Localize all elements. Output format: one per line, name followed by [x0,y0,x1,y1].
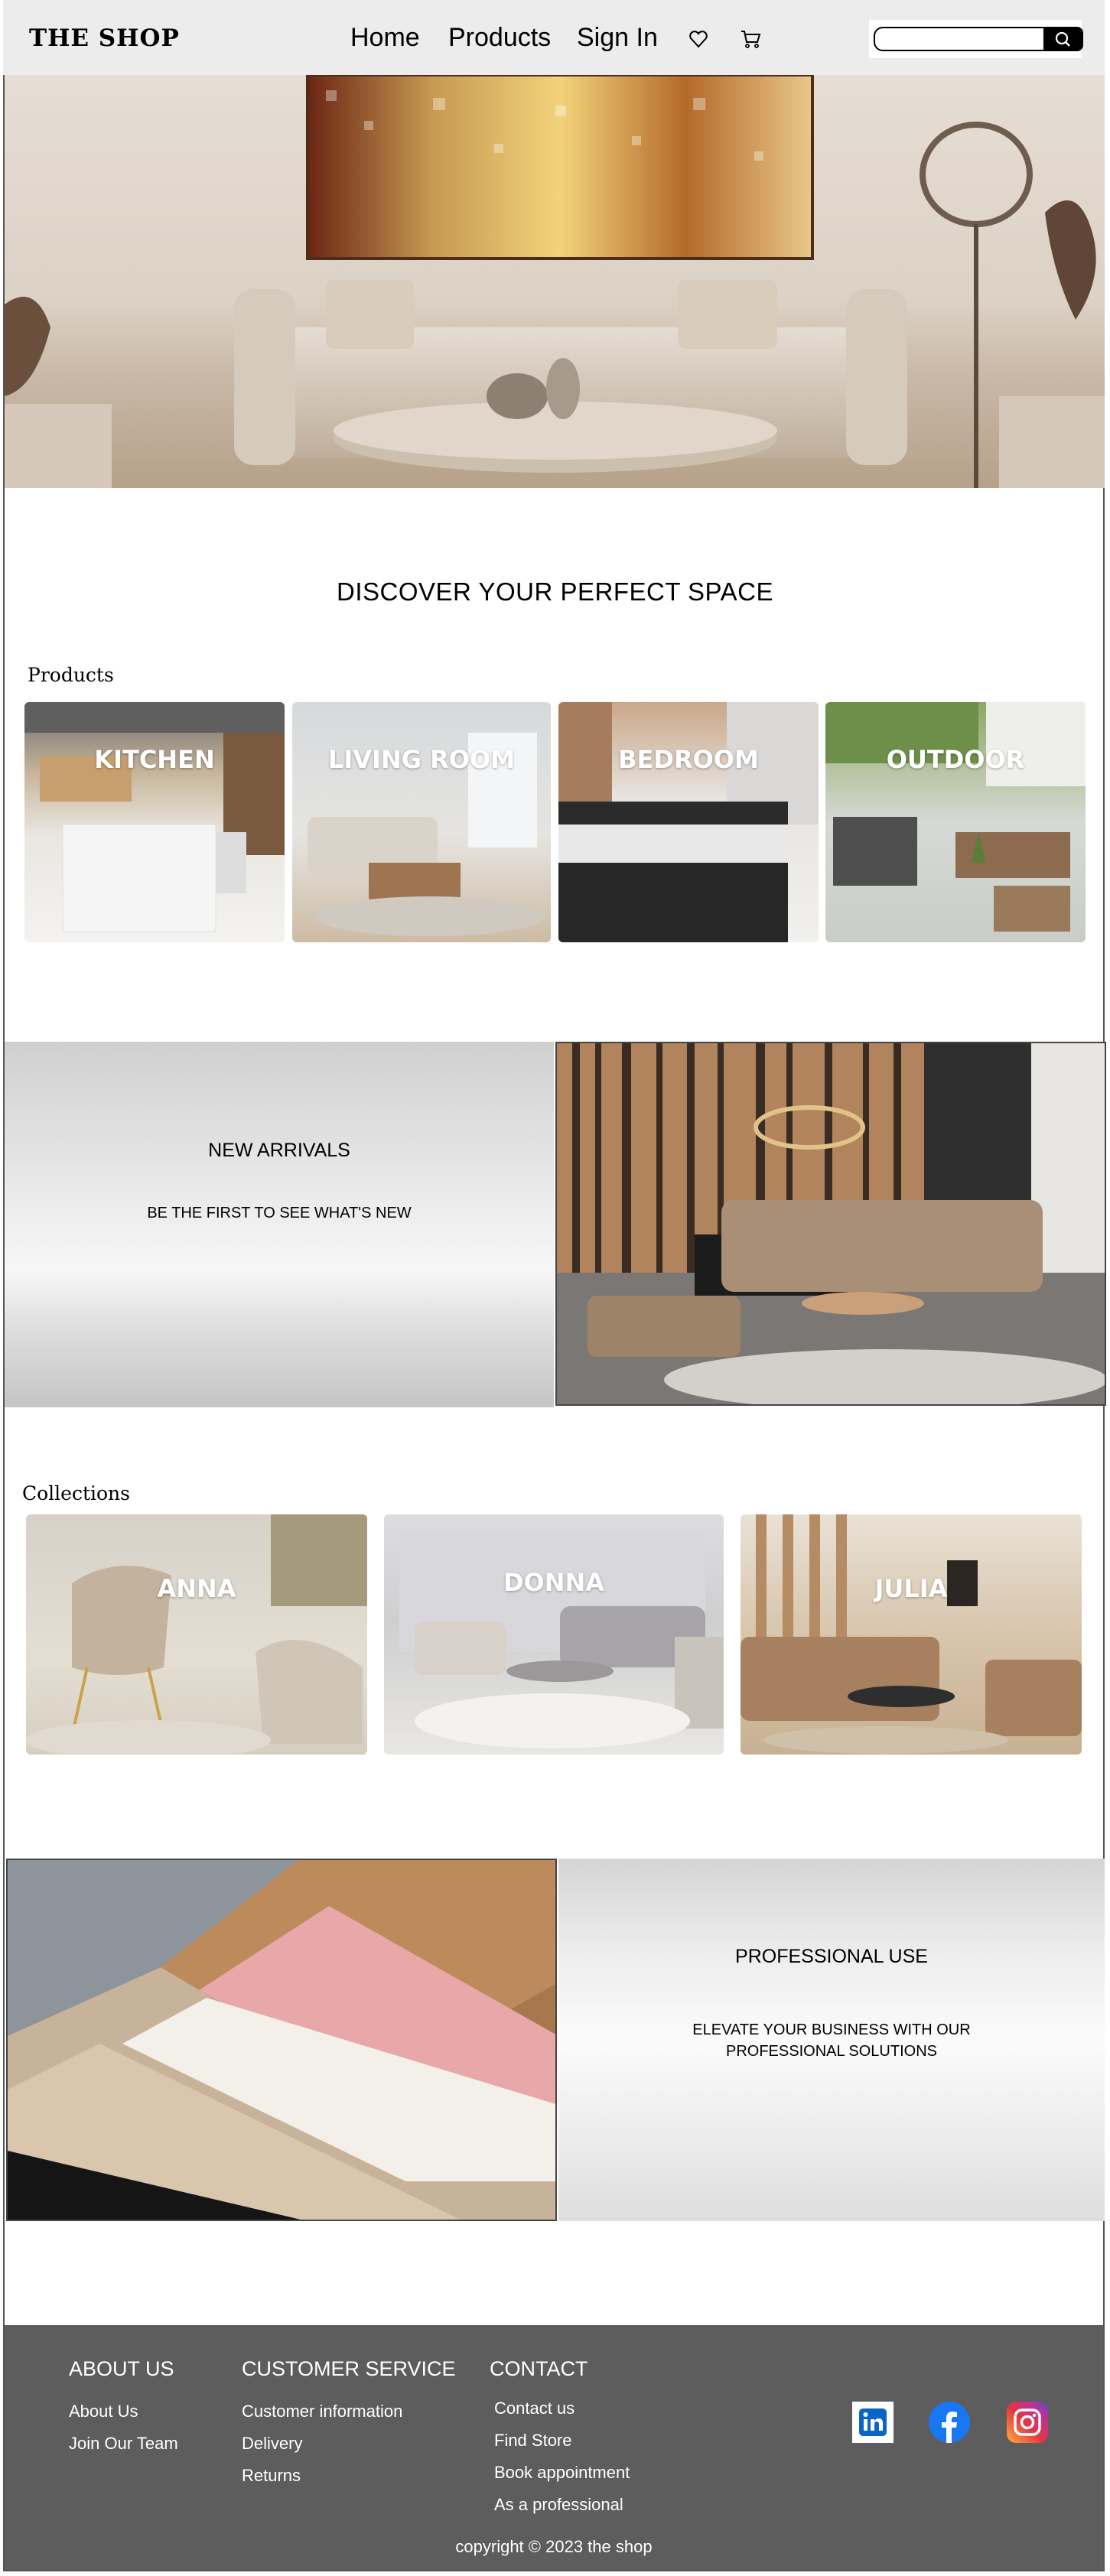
collection-card-julia[interactable]: JULIA [741,1514,1082,1755]
footer-heading-about: ABOUT US [69,2357,174,2380]
card-label: BEDROOM [618,745,759,774]
professional-subtitle-line2: PROFESSIONAL SOLUTIONS [726,2043,937,2060]
page-title: DISCOVER YOUR PERFECT SPACE [337,577,773,606]
new-arrivals-panel[interactable]: NEW ARRIVALS BE THE FIRST TO SEE WHAT'S … [5,1042,554,1407]
site-footer: ABOUT US About Us Join Our Team CUSTOMER… [5,2325,1103,2570]
facebook-icon[interactable] [929,2402,970,2443]
search-button[interactable] [1043,27,1083,51]
donna-sofa-image [399,1530,724,1748]
products-heading: Products [28,664,114,686]
modern-lounge-illustration [557,1043,1105,1404]
new-arrivals-subtitle: BE THE FIRST TO SEE WHAT'S NEW [147,1205,412,1221]
footer-heading-customer-service: CUSTOMER SERVICE [242,2357,456,2380]
professional-title: PROFESSIONAL USE [735,1946,928,1967]
card-label: KITCHEN [94,745,215,774]
heart-icon[interactable] [687,28,710,50]
site-logo[interactable]: THE SHOP [29,24,180,52]
living-room-image [308,733,545,936]
footer-link-book-appointment[interactable]: Book appointment [494,2463,630,2483]
collection-card-donna[interactable]: DONNA [384,1514,724,1755]
search-box [869,20,1083,58]
julia-sofa-image [741,1514,1082,1754]
kitchen-image [24,702,285,932]
nav-sign-in[interactable]: Sign In [577,23,658,53]
outdoor-image [825,702,1086,932]
card-label: DONNA [503,1568,605,1597]
anna-chair-image [26,1514,367,1755]
nav-home[interactable]: Home [350,23,420,53]
search-icon [1055,31,1070,47]
footer-link-customer-info[interactable]: Customer information [242,2402,402,2422]
search-input[interactable] [874,27,1043,51]
card-label: JULIA [874,1574,948,1603]
site-header: THE SHOP Home Products Sign In [3,0,1105,75]
linkedin-icon[interactable] [852,2402,894,2443]
product-card-bedroom[interactable]: BEDROOM [558,702,819,942]
product-card-kitchen[interactable]: KITCHEN [24,702,285,942]
instagram-icon[interactable] [1007,2402,1048,2443]
new-arrivals-image [555,1042,1106,1406]
footer-link-join-team[interactable]: Join Our Team [69,2434,178,2454]
nav-products[interactable]: Products [448,23,551,53]
hero-image [5,75,1105,488]
fabric-swatches-illustration [8,1860,555,2220]
card-label: LIVING ROOM [327,745,516,774]
collections-heading: Collections [22,1482,130,1504]
product-card-outdoor[interactable]: OUTDOOR [825,702,1086,942]
footer-link-delivery[interactable]: Delivery [242,2434,302,2454]
footer-link-about-us[interactable]: About Us [69,2402,138,2422]
footer-link-returns[interactable]: Returns [242,2466,301,2486]
collection-card-anna[interactable]: ANNA [26,1514,367,1755]
card-label: ANNA [157,1574,236,1603]
footer-link-find-store[interactable]: Find Store [494,2431,572,2451]
footer-heading-contact: CONTACT [490,2357,588,2380]
new-arrivals-title: NEW ARRIVALS [208,1140,350,1161]
card-label: OUTDOOR [886,745,1025,774]
cart-icon[interactable] [739,28,762,50]
bedroom-image [558,702,819,942]
product-card-living-room[interactable]: LIVING ROOM [292,702,551,942]
footer-link-contact-us[interactable]: Contact us [494,2399,575,2418]
professional-subtitle-line1: ELEVATE YOUR BUSINESS WITH OUR [692,2021,971,2038]
footer-link-professional[interactable]: As a professional [494,2495,623,2515]
fabric-samples-image [6,1859,557,2221]
copyright-text: copyright © 2023 the shop [455,2537,653,2556]
professional-use-panel[interactable]: PROFESSIONAL USE ELEVATE YOUR BUSINESS W… [558,1859,1105,2221]
living-room-illustration [5,75,1105,488]
